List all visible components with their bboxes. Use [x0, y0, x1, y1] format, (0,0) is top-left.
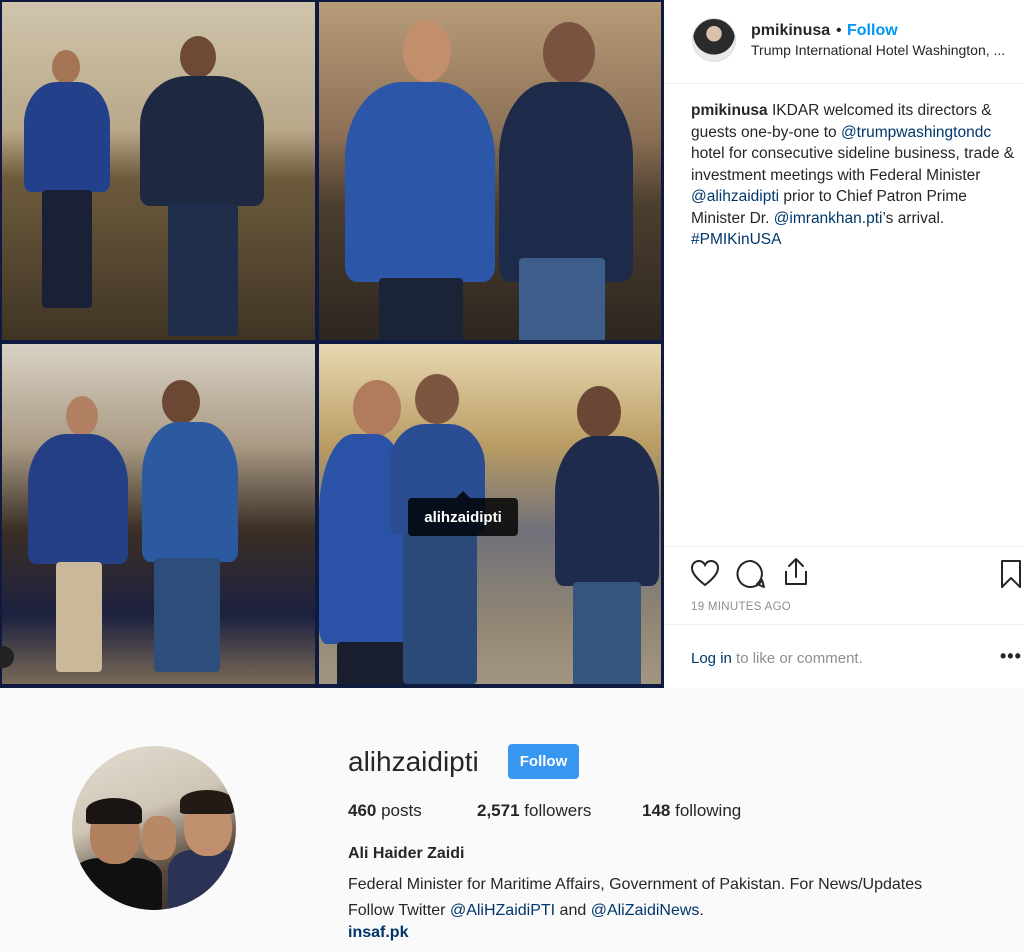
followers-label: followers — [519, 801, 592, 820]
post-location[interactable]: Trump International Hotel Washington, ..… — [751, 42, 1023, 58]
caption-mention[interactable]: @alihzaidipti — [691, 188, 779, 205]
comment-icon[interactable] — [736, 559, 766, 589]
following-label: following — [670, 801, 742, 820]
bio-text: Federal Minister for Maritime Affairs, G… — [348, 876, 923, 893]
profile-section: alihzaidipti Follow 460 posts 2,571 foll… — [0, 688, 1024, 952]
avatar[interactable] — [692, 18, 736, 62]
login-prompt-row: Log in to like or comment. ••• — [664, 624, 1024, 688]
bio-text: . — [699, 902, 704, 919]
caption-mention[interactable]: @trumpwashingtondc — [841, 124, 991, 141]
bookmark-icon[interactable] — [1000, 559, 1022, 589]
following-count: 148 — [642, 801, 671, 820]
followers-count: 2,571 — [477, 801, 520, 820]
user-tag-chip[interactable]: alihzaidipti — [408, 491, 518, 536]
posts-label: posts — [376, 801, 422, 820]
caption-text: ’s arrival. — [882, 209, 945, 227]
posts-stat: 460 posts — [348, 801, 422, 821]
post-photo-collage[interactable]: alihzaidipti — [0, 0, 664, 688]
posts-count: 460 — [348, 801, 377, 820]
profile-bio: Federal Minister for Maritime Affairs, G… — [348, 872, 1008, 924]
followers-stat[interactable]: 2,571 followers — [477, 801, 591, 821]
post-header: pmikinusa • Follow Trump International H… — [664, 0, 1024, 84]
heart-icon[interactable] — [690, 559, 720, 587]
bio-mention[interactable]: @AliZaidiNews — [591, 902, 700, 919]
photo-tile-2 — [319, 2, 661, 340]
post-sidebar: pmikinusa • Follow Trump International H… — [664, 0, 1024, 688]
post-author-username[interactable]: pmikinusa — [751, 22, 830, 40]
profile-website-link[interactable]: insaf.pk — [348, 924, 408, 942]
instagram-post: alihzaidipti pmikinusa • Follow Trump In… — [0, 0, 1024, 688]
caption-mention[interactable]: @imrankhan.pti — [774, 210, 883, 227]
follow-button[interactable]: Follow — [508, 744, 579, 779]
profile-username: alihzaidipti — [348, 746, 479, 777]
login-prompt: Log in to like or comment. — [691, 650, 863, 667]
bio-mention[interactable]: @AliHZaidiPTI — [450, 902, 555, 919]
post-actions-bar — [664, 546, 1024, 606]
profile-avatar[interactable] — [72, 746, 236, 910]
photo-tile-3 — [2, 344, 315, 684]
login-prompt-text: to like or comment. — [731, 650, 863, 667]
profile-full-name: Ali Haider Zaidi — [348, 845, 465, 862]
caption-username[interactable]: pmikinusa — [691, 102, 768, 119]
photo-tile-1 — [2, 2, 315, 340]
share-icon[interactable] — [782, 557, 810, 587]
post-caption: pmikinusa IKDAR welcomed its directors &… — [691, 100, 1021, 251]
follow-link[interactable]: Follow — [847, 22, 898, 40]
login-link[interactable]: Log in — [691, 650, 732, 667]
following-stat[interactable]: 148 following — [642, 801, 741, 821]
post-timestamp[interactable]: 19 MINUTES AGO — [691, 601, 791, 613]
bio-text: and — [555, 902, 591, 919]
caption-hashtag[interactable]: #PMIKinUSA — [691, 231, 781, 248]
bio-text: Follow Twitter — [348, 902, 450, 919]
more-options-icon[interactable]: ••• — [1000, 646, 1022, 667]
separator-dot: • — [836, 22, 842, 39]
caption-text: hotel for consecutive sideline business,… — [691, 145, 1015, 184]
